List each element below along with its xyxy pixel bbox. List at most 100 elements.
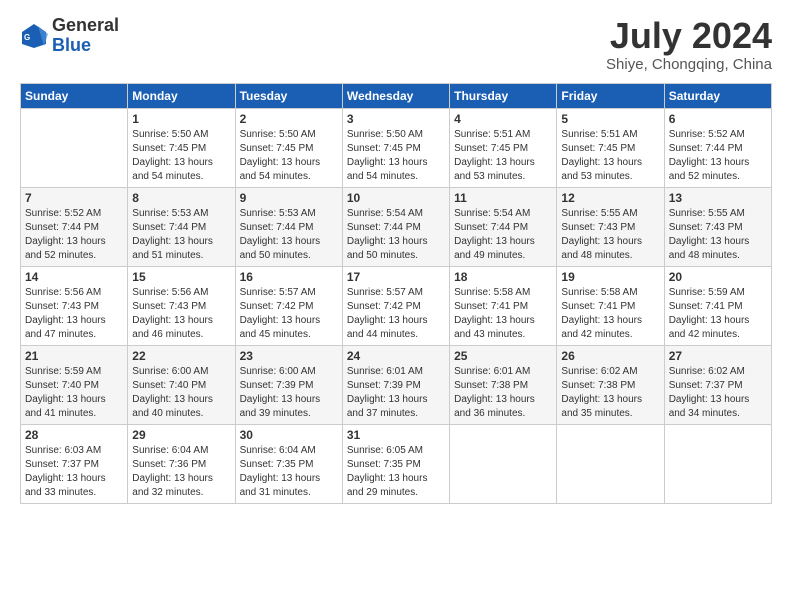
day-number: 22: [132, 349, 230, 363]
day-info: Sunrise: 5:58 AMSunset: 7:41 PMDaylight:…: [454, 286, 552, 342]
day-info: Sunrise: 5:54 AMSunset: 7:44 PMDaylight:…: [347, 207, 445, 263]
calendar-cell: 28 Sunrise: 6:03 AMSunset: 7:37 PMDayligh…: [21, 424, 128, 503]
day-info: Sunrise: 5:55 AMSunset: 7:43 PMDaylight:…: [669, 207, 767, 263]
calendar-cell: 6 Sunrise: 5:52 AMSunset: 7:44 PMDaylight…: [664, 108, 771, 187]
logo-blue: Blue: [52, 36, 119, 56]
day-number: 21: [25, 349, 123, 363]
day-info: Sunrise: 5:56 AMSunset: 7:43 PMDaylight:…: [25, 286, 123, 342]
col-saturday: Saturday: [664, 83, 771, 108]
day-number: 7: [25, 191, 123, 205]
calendar-cell: 7Sunrise: 5:52 AMSunset: 7:44 PMDaylight…: [21, 187, 128, 266]
calendar-cell: 27 Sunrise: 6:02 AMSunset: 7:37 PMDayligh…: [664, 345, 771, 424]
day-info: Sunrise: 6:00 AMSunset: 7:40 PMDaylight:…: [132, 365, 230, 421]
calendar-cell: 14Sunrise: 5:56 AMSunset: 7:43 PMDayligh…: [21, 266, 128, 345]
calendar-cell: 12 Sunrise: 5:55 AMSunset: 7:43 PMDayligh…: [557, 187, 664, 266]
calendar-cell: [664, 424, 771, 503]
day-number: 27: [669, 349, 767, 363]
day-number: 15: [132, 270, 230, 284]
calendar-cell: 22 Sunrise: 6:00 AMSunset: 7:40 PMDayligh…: [128, 345, 235, 424]
col-friday: Friday: [557, 83, 664, 108]
calendar-cell: 26Sunrise: 6:02 AMSunset: 7:38 PMDayligh…: [557, 345, 664, 424]
day-info: Sunrise: 5:51 AMSunset: 7:45 PMDaylight:…: [454, 128, 552, 184]
calendar-week-3: 14Sunrise: 5:56 AMSunset: 7:43 PMDayligh…: [21, 266, 772, 345]
logo: G General Blue: [20, 16, 119, 56]
day-number: 28: [25, 428, 123, 442]
calendar-cell: 25Sunrise: 6:01 AMSunset: 7:38 PMDayligh…: [450, 345, 557, 424]
col-sunday: Sunday: [21, 83, 128, 108]
calendar-cell: 23Sunrise: 6:00 AMSunset: 7:39 PMDayligh…: [235, 345, 342, 424]
day-number: 19: [561, 270, 659, 284]
day-info: Sunrise: 5:50 AMSunset: 7:45 PMDaylight:…: [132, 128, 230, 184]
day-number: 5: [561, 112, 659, 126]
day-info: Sunrise: 5:53 AMSunset: 7:44 PMDaylight:…: [132, 207, 230, 263]
day-number: 6: [669, 112, 767, 126]
day-info: Sunrise: 5:50 AMSunset: 7:45 PMDaylight:…: [347, 128, 445, 184]
calendar-cell: 4 Sunrise: 5:51 AMSunset: 7:45 PMDaylight…: [450, 108, 557, 187]
page: G General Blue July 2024 Shiye, Chongqin…: [0, 0, 792, 612]
calendar-cell: 17 Sunrise: 5:57 AMSunset: 7:42 PMDayligh…: [342, 266, 449, 345]
day-info: Sunrise: 5:54 AMSunset: 7:44 PMDaylight:…: [454, 207, 552, 263]
calendar-cell: 9Sunrise: 5:53 AMSunset: 7:44 PMDaylight…: [235, 187, 342, 266]
calendar-cell: 3 Sunrise: 5:50 AMSunset: 7:45 PMDaylight…: [342, 108, 449, 187]
day-info: Sunrise: 5:50 AMSunset: 7:45 PMDaylight:…: [240, 128, 338, 184]
day-info: Sunrise: 5:59 AMSunset: 7:41 PMDaylight:…: [669, 286, 767, 342]
title-location: Shiye, Chongqing, China: [606, 56, 772, 73]
logo-text: General Blue: [52, 16, 119, 56]
day-info: Sunrise: 6:00 AMSunset: 7:39 PMDaylight:…: [240, 365, 338, 421]
calendar-cell: 31Sunrise: 6:05 AMSunset: 7:35 PMDayligh…: [342, 424, 449, 503]
calendar-cell: 30Sunrise: 6:04 AMSunset: 7:35 PMDayligh…: [235, 424, 342, 503]
day-info: Sunrise: 5:57 AMSunset: 7:42 PMDaylight:…: [347, 286, 445, 342]
calendar-cell: [450, 424, 557, 503]
calendar-week-2: 7Sunrise: 5:52 AMSunset: 7:44 PMDaylight…: [21, 187, 772, 266]
calendar-cell: 10 Sunrise: 5:54 AMSunset: 7:44 PMDayligh…: [342, 187, 449, 266]
col-tuesday: Tuesday: [235, 83, 342, 108]
calendar-cell: 2 Sunrise: 5:50 AMSunset: 7:45 PMDaylight…: [235, 108, 342, 187]
logo-icon: G: [20, 22, 48, 50]
day-info: Sunrise: 5:52 AMSunset: 7:44 PMDaylight:…: [669, 128, 767, 184]
day-info: Sunrise: 6:01 AMSunset: 7:39 PMDaylight:…: [347, 365, 445, 421]
day-number: 16: [240, 270, 338, 284]
day-number: 13: [669, 191, 767, 205]
calendar-table: Sunday Monday Tuesday Wednesday Thursday…: [20, 83, 772, 504]
day-number: 24: [347, 349, 445, 363]
col-thursday: Thursday: [450, 83, 557, 108]
day-info: Sunrise: 5:57 AMSunset: 7:42 PMDaylight:…: [240, 286, 338, 342]
day-info: Sunrise: 5:56 AMSunset: 7:43 PMDaylight:…: [132, 286, 230, 342]
calendar-cell: 5 Sunrise: 5:51 AMSunset: 7:45 PMDaylight…: [557, 108, 664, 187]
calendar-cell: 29Sunrise: 6:04 AMSunset: 7:36 PMDayligh…: [128, 424, 235, 503]
calendar-cell: 8 Sunrise: 5:53 AMSunset: 7:44 PMDaylight…: [128, 187, 235, 266]
calendar-week-4: 21 Sunrise: 5:59 AMSunset: 7:40 PMDayligh…: [21, 345, 772, 424]
calendar-cell: [557, 424, 664, 503]
calendar-week-1: 1 Sunrise: 5:50 AMSunset: 7:45 PMDaylight…: [21, 108, 772, 187]
day-number: 1: [132, 112, 230, 126]
day-info: Sunrise: 6:04 AMSunset: 7:36 PMDaylight:…: [132, 444, 230, 500]
day-info: Sunrise: 6:04 AMSunset: 7:35 PMDaylight:…: [240, 444, 338, 500]
title-block: July 2024 Shiye, Chongqing, China: [606, 16, 772, 73]
calendar-cell: 20Sunrise: 5:59 AMSunset: 7:41 PMDayligh…: [664, 266, 771, 345]
col-monday: Monday: [128, 83, 235, 108]
day-info: Sunrise: 5:55 AMSunset: 7:43 PMDaylight:…: [561, 207, 659, 263]
calendar-cell: 15 Sunrise: 5:56 AMSunset: 7:43 PMDayligh…: [128, 266, 235, 345]
day-info: Sunrise: 5:58 AMSunset: 7:41 PMDaylight:…: [561, 286, 659, 342]
day-number: 3: [347, 112, 445, 126]
calendar-week-5: 28 Sunrise: 6:03 AMSunset: 7:37 PMDayligh…: [21, 424, 772, 503]
day-number: 11: [454, 191, 552, 205]
day-info: Sunrise: 6:03 AMSunset: 7:37 PMDaylight:…: [25, 444, 123, 500]
day-info: Sunrise: 5:51 AMSunset: 7:45 PMDaylight:…: [561, 128, 659, 184]
calendar-cell: 13 Sunrise: 5:55 AMSunset: 7:43 PMDayligh…: [664, 187, 771, 266]
svg-text:G: G: [24, 33, 30, 42]
day-number: 17: [347, 270, 445, 284]
day-info: Sunrise: 6:02 AMSunset: 7:37 PMDaylight:…: [669, 365, 767, 421]
day-number: 8: [132, 191, 230, 205]
logo-general: General: [52, 16, 119, 36]
day-number: 10: [347, 191, 445, 205]
day-number: 2: [240, 112, 338, 126]
day-info: Sunrise: 5:53 AMSunset: 7:44 PMDaylight:…: [240, 207, 338, 263]
day-info: Sunrise: 5:59 AMSunset: 7:40 PMDaylight:…: [25, 365, 123, 421]
day-number: 31: [347, 428, 445, 442]
day-number: 4: [454, 112, 552, 126]
calendar-cell: 1 Sunrise: 5:50 AMSunset: 7:45 PMDaylight…: [128, 108, 235, 187]
day-number: 12: [561, 191, 659, 205]
calendar-body: 1 Sunrise: 5:50 AMSunset: 7:45 PMDaylight…: [21, 108, 772, 503]
day-number: 26: [561, 349, 659, 363]
